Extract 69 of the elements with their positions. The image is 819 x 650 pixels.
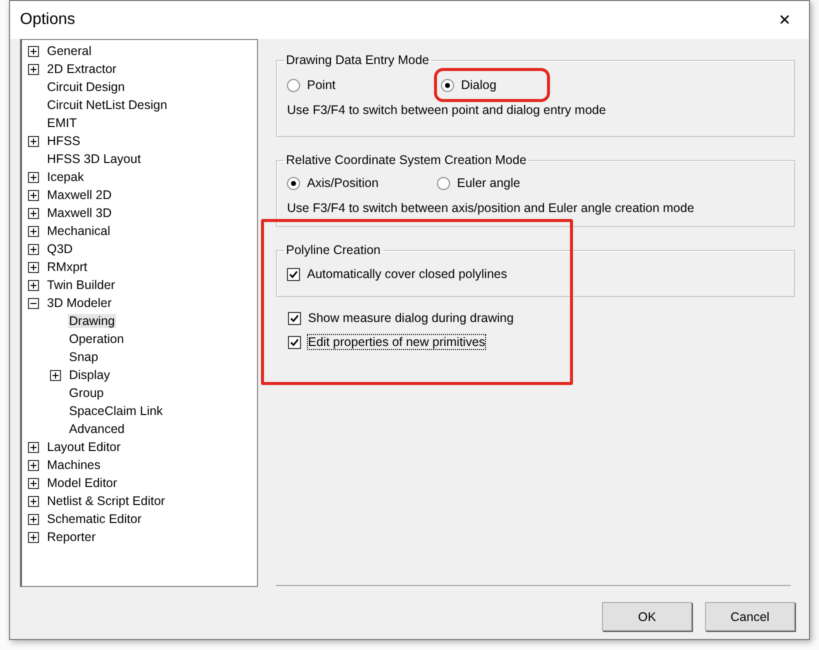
dialog-button[interactable]: Cancel [705, 602, 795, 631]
group-title: Polyline Creation [285, 243, 382, 257]
radio-button[interactable] [287, 176, 300, 190]
expand-icon[interactable] [28, 64, 39, 74]
checkbox[interactable] [288, 336, 301, 348]
radio-button[interactable] [441, 78, 454, 92]
tree-item[interactable]: Circuit Design [46, 80, 126, 94]
expand-icon[interactable] [28, 532, 39, 542]
expand-icon[interactable] [28, 496, 39, 506]
tree-item[interactable]: Model Editor [46, 476, 118, 490]
expand-icon[interactable] [28, 460, 39, 470]
radio-label[interactable]: Euler angle [457, 176, 520, 190]
tree-item[interactable]: Icepak [46, 170, 85, 184]
tree-item[interactable]: 3D Modeler [46, 296, 113, 310]
checkbox-label[interactable]: Automatically cover closed polylines [307, 267, 508, 281]
tree-item[interactable]: Q3D [46, 242, 74, 256]
tree-item[interactable]: Advanced [68, 422, 126, 436]
expand-icon[interactable] [28, 226, 39, 236]
tree-item[interactable]: Circuit NetList Design [46, 98, 168, 112]
expand-icon[interactable] [28, 262, 39, 272]
tree-item[interactable]: Drawing [68, 314, 116, 328]
tree-item[interactable]: EMIT [46, 116, 78, 130]
checkbox-label[interactable]: Edit properties of new primitives [308, 335, 486, 349]
radio-label[interactable]: Point [307, 78, 336, 92]
group-title: Relative Coordinate System Creation Mode [285, 153, 528, 167]
tree-item[interactable]: Machines [46, 458, 102, 472]
expand-icon[interactable] [28, 442, 39, 452]
dialog-button[interactable]: OK [602, 602, 692, 631]
expand-icon[interactable] [28, 46, 39, 56]
collapse-icon[interactable] [28, 298, 39, 308]
tree-item[interactable]: General [46, 44, 92, 58]
expand-icon[interactable] [28, 208, 39, 218]
expand-icon[interactable] [28, 136, 39, 146]
tree-item[interactable]: Group [68, 386, 105, 400]
expand-icon[interactable] [28, 478, 39, 488]
tree-item[interactable]: RMxprt [46, 260, 88, 274]
expand-icon[interactable] [28, 514, 39, 524]
tree-item[interactable]: Display [68, 368, 111, 382]
tree-item[interactable]: Layout Editor [46, 440, 122, 454]
hint-text: Use F3/F4 to switch between point and dialog entry mode [287, 103, 607, 117]
tree-item[interactable]: 2D Extractor [46, 62, 118, 76]
tree-item[interactable]: Netlist & Script Editor [46, 494, 166, 508]
tree-item[interactable]: SpaceClaim Link [68, 404, 164, 418]
expand-icon[interactable] [28, 190, 39, 200]
tree-item[interactable]: Mechanical [46, 224, 112, 238]
tree-item[interactable]: HFSS 3D Layout [46, 152, 142, 166]
hint-text: Use F3/F4 to switch between axis/position and Euler angle creation mode [287, 201, 696, 215]
checkbox[interactable] [288, 312, 301, 324]
radio-label[interactable]: Dialog [461, 78, 496, 92]
group-title: Drawing Data Entry Mode [285, 53, 430, 67]
checkbox[interactable] [287, 268, 300, 280]
expand-icon[interactable] [28, 280, 39, 290]
tree-item[interactable]: Snap [68, 350, 100, 364]
tree-item[interactable]: Reporter [46, 530, 97, 544]
expand-icon[interactable] [50, 370, 61, 380]
tree-item[interactable]: Twin Builder [46, 278, 116, 292]
expand-icon[interactable] [28, 244, 39, 254]
tree-item[interactable]: Schematic Editor [46, 512, 142, 526]
tree-item[interactable]: Operation [68, 332, 125, 346]
radio-label[interactable]: Axis/Position [307, 176, 379, 190]
checkbox-label[interactable]: Show measure dialog during drawing [308, 311, 514, 325]
radio-button[interactable] [287, 78, 300, 92]
window-title: Options [20, 11, 76, 29]
tree-item[interactable]: HFSS [46, 134, 82, 148]
expand-icon[interactable] [28, 172, 39, 182]
close-button[interactable]: ✕ [772, 9, 797, 31]
tree-item[interactable]: Maxwell 3D [46, 206, 113, 220]
tree-item[interactable]: Maxwell 2D [46, 188, 113, 202]
radio-button[interactable] [437, 176, 450, 190]
